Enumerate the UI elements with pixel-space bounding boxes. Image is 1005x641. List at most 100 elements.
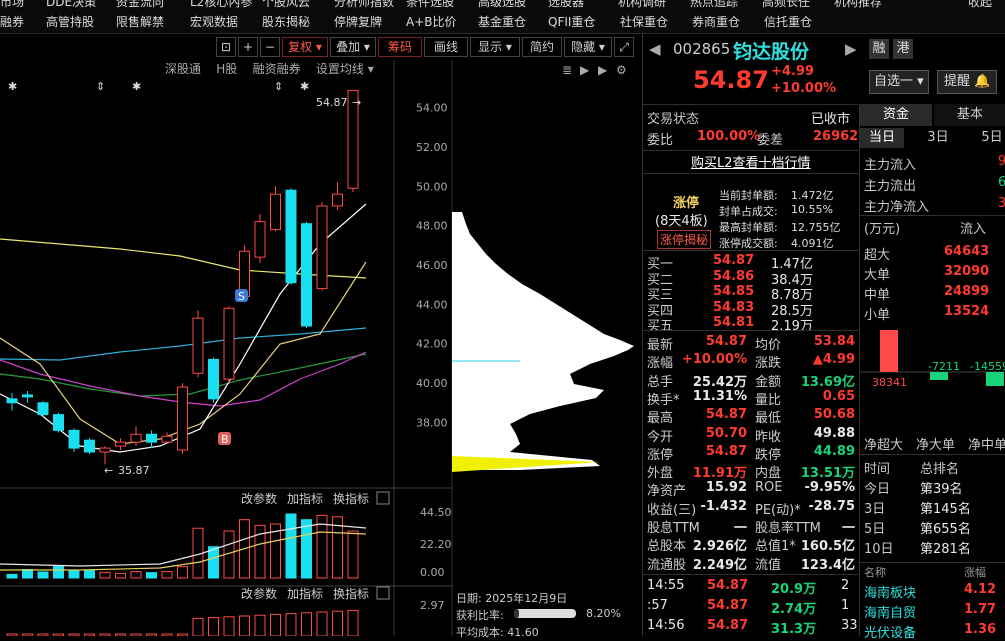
menu-item[interactable]: 条件选股	[406, 0, 454, 10]
candle-body[interactable]	[53, 414, 64, 431]
candle-body[interactable]	[316, 205, 328, 290]
menu-item[interactable]: L2核心內参	[190, 0, 252, 10]
sector-name[interactable]: 光伏设备	[864, 622, 916, 641]
chip-list-icon[interactable]: ≣	[562, 63, 572, 77]
margin-link[interactable]: 融资融券	[253, 62, 301, 76]
candle-body[interactable]	[208, 358, 219, 400]
sub1-button[interactable]: 改参数	[241, 491, 277, 506]
margin-tag[interactable]: 融	[869, 39, 889, 59]
period-5d[interactable]: 5日	[970, 128, 1005, 148]
chip-step-icon[interactable]: ▶	[598, 63, 608, 77]
hk-tag[interactable]: 港	[893, 39, 913, 59]
candle-body[interactable]	[22, 394, 33, 398]
menu-item[interactable]: 融券	[0, 13, 24, 30]
tab-fund[interactable]: 资金	[860, 104, 932, 126]
candle-body[interactable]	[6, 398, 18, 404]
event-mark-icon[interactable]: ✱	[132, 80, 141, 93]
chip-play-icon[interactable]: ▶	[580, 63, 590, 77]
menu-item[interactable]: 机构推荐	[834, 0, 882, 10]
candle-body[interactable]	[115, 441, 126, 447]
sub1-button[interactable]: 换指标	[333, 491, 369, 506]
watchlist-button[interactable]: 自选一 ▾	[869, 70, 929, 94]
overlay-button[interactable]: 叠加 ▾	[330, 37, 376, 57]
menu-item[interactable]: 分析师指数	[334, 0, 394, 10]
sector-name[interactable]: 海南板块	[864, 582, 916, 601]
menu-item[interactable]: 收起	[968, 0, 992, 10]
size-label: 中单	[864, 288, 891, 303]
menu-item[interactable]: QFII重仓	[548, 13, 595, 30]
sgt-link[interactable]: 深股通	[165, 62, 201, 76]
sub2-button[interactable]: 加指标	[287, 586, 323, 601]
stat-label: 金额	[755, 374, 782, 390]
lock-icon[interactable]: ⊡	[216, 37, 236, 57]
menu-item[interactable]: 信托重仓	[764, 13, 812, 30]
menu-item[interactable]: 资金流向	[116, 0, 164, 10]
hshare-link[interactable]: H股	[216, 62, 237, 76]
menu-item[interactable]: 停牌复牌	[334, 13, 382, 30]
kline-chart-panel[interactable]: 54.00 52.00 50.00 48.00 46.00 44.00 42.00 40.00…	[0, 34, 640, 637]
menu-item[interactable]: 股东揭秘	[262, 13, 310, 30]
event-mark-icon[interactable]: ⇕	[96, 80, 105, 93]
tab-basic[interactable]: 基本	[934, 104, 1005, 126]
menu-item[interactable]: A+B比价	[406, 13, 457, 30]
event-mark-icon[interactable]: ✱	[300, 80, 309, 93]
candle-body[interactable]	[301, 223, 312, 327]
remind-button[interactable]: 提醒 🔔	[937, 70, 997, 94]
sub2-button[interactable]: 改参数	[241, 586, 277, 601]
menu-item[interactable]: 社保重仓	[620, 13, 668, 30]
hide-button[interactable]: 隐藏 ▾	[564, 37, 612, 57]
prev-stock-icon[interactable]: ◀	[649, 40, 661, 58]
candle-body[interactable]	[68, 429, 80, 449]
menu-item[interactable]: 高级选股	[478, 0, 526, 10]
stat-label: 跌停	[755, 447, 782, 463]
candle-body[interactable]	[192, 317, 204, 374]
draw-line-button[interactable]: 画线	[424, 37, 468, 57]
period-today[interactable]: 当日	[860, 128, 904, 148]
menu-item[interactable]: 高管持股	[46, 13, 94, 30]
kline-svg[interactable]: 54.00 52.00 50.00 48.00 46.00 44.00 42.00 40.00…	[0, 34, 640, 637]
menu-item[interactable]: 高频长任	[762, 0, 810, 10]
candle-body[interactable]	[223, 307, 235, 380]
sector-name[interactable]: 海南自贸	[864, 602, 916, 621]
fuquan-button[interactable]: 复权 ▾	[282, 37, 328, 57]
period-3d[interactable]: 3日	[916, 128, 960, 148]
simple-button[interactable]: 简约	[522, 37, 562, 57]
menu-item[interactable]: 选股器	[548, 0, 584, 10]
candle-body[interactable]	[332, 193, 343, 207]
candle-body[interactable]	[270, 193, 281, 231]
candle-body[interactable]	[37, 402, 49, 416]
candle-body[interactable]	[161, 435, 173, 443]
menu-item[interactable]: 机构调研	[618, 0, 666, 10]
next-stock-icon[interactable]: ▶	[845, 40, 857, 58]
menu-item[interactable]: 个股风云	[262, 0, 310, 10]
menu-item[interactable]: 基金重仓	[478, 13, 526, 30]
candle-body[interactable]	[146, 433, 157, 443]
sub1-button[interactable]: 加指标	[287, 491, 323, 506]
menu-item[interactable]: 宏观数据	[190, 13, 238, 30]
menu-item[interactable]: 市场	[0, 0, 24, 10]
menu-item[interactable]: 热点追踪	[690, 0, 738, 10]
menu-item[interactable]: DDE决策	[46, 0, 96, 10]
event-mark-icon[interactable]: ⇕	[274, 80, 283, 93]
candle-body[interactable]	[285, 189, 297, 284]
event-mark-icon[interactable]: ✱	[8, 80, 17, 93]
candle-body[interactable]	[99, 447, 111, 453]
l2-link[interactable]: 购买L2查看十档行情	[691, 152, 811, 171]
chevron-down-icon[interactable]: ▾	[364, 62, 374, 76]
limit-up-secret-button[interactable]: 涨停揭秘	[657, 230, 712, 249]
candle-body[interactable]	[130, 433, 142, 443]
menu-item[interactable]: 限售解禁	[116, 13, 164, 30]
candle-body[interactable]	[254, 221, 266, 258]
chip-button[interactable]: 筹码	[378, 37, 422, 57]
menu-item[interactable]: 券商重仓	[692, 13, 740, 30]
sub2-button[interactable]: 换指标	[333, 586, 369, 601]
candle-body[interactable]	[177, 386, 188, 451]
net-flow-bars: 38341 -7211 -14559	[860, 330, 1005, 389]
gear-icon[interactable]: ⚙	[616, 63, 627, 77]
candle-body[interactable]	[84, 439, 95, 453]
zoom-in-icon[interactable]: +	[238, 37, 258, 57]
fullscreen-icon[interactable]: ⤢	[614, 37, 634, 57]
ma-setting-link[interactable]: 设置均线	[316, 62, 364, 76]
display-button[interactable]: 显示 ▾	[470, 37, 520, 57]
zoom-out-icon[interactable]: −	[260, 37, 280, 57]
